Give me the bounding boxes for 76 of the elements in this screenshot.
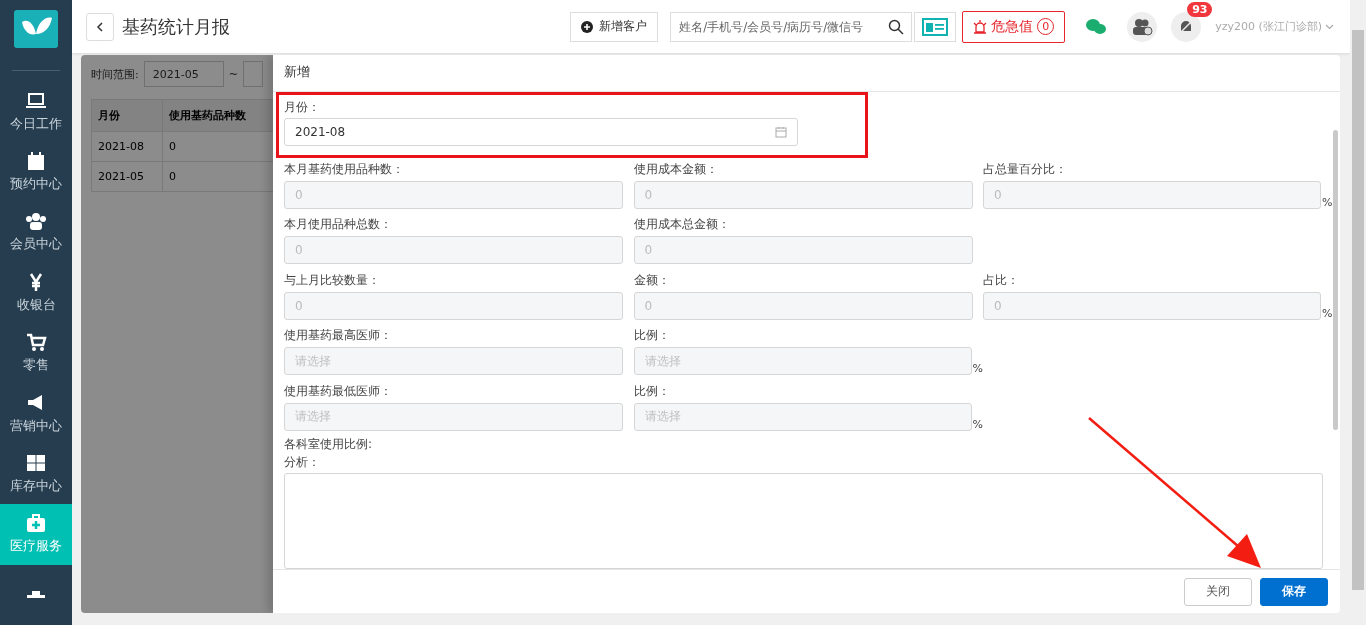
search-icon[interactable]: [888, 18, 905, 35]
logo-icon: [14, 10, 58, 49]
team-button[interactable]: [1127, 11, 1158, 42]
nav-item[interactable]: 会员中心: [0, 202, 72, 263]
field-label: 金额：: [633, 271, 671, 289]
column-header: 使用基药品种数: [162, 99, 273, 132]
input-field[interactable]: 0: [284, 236, 623, 265]
input-field[interactable]: 0: [284, 181, 623, 209]
date-field[interactable]: [242, 61, 263, 87]
nav-item[interactable]: 库存中心: [0, 443, 72, 505]
unit-label: %: [1322, 306, 1333, 320]
close-button[interactable]: 关闭: [1183, 577, 1252, 606]
people-icon: [25, 211, 47, 232]
field-label: 本月基药使用品种数：: [284, 161, 405, 178]
chevron-down-icon[interactable]: [1325, 23, 1334, 30]
field-label: 比例：: [633, 382, 671, 400]
table-cell: 2021-05: [91, 161, 163, 192]
column-header: 月份: [91, 99, 163, 132]
field-label: 各科室使用比例:: [284, 436, 374, 454]
filter-label: 时间范围:: [91, 66, 139, 82]
back-button[interactable]: [86, 12, 114, 41]
user-menu[interactable]: yzy200 (张江门诊部): [1215, 19, 1322, 34]
month-field[interactable]: 2021-08: [284, 118, 798, 146]
input-field[interactable]: 0: [284, 291, 623, 320]
calendar-icon: [775, 126, 787, 138]
field-label: 分析：: [284, 454, 321, 472]
nav-item[interactable]: 零售: [0, 322, 72, 384]
id-card-icon: [922, 17, 949, 36]
field-label: 占比：: [983, 271, 1020, 289]
table-cell: 2021-08: [91, 131, 163, 162]
input-field[interactable]: 0: [633, 181, 973, 209]
field-label: 使用成本总金额：: [633, 216, 731, 234]
critical-value-button[interactable]: 危急值 0: [962, 10, 1066, 43]
analysis-textarea[interactable]: [284, 473, 1323, 569]
unit-label: %: [972, 362, 983, 376]
scrollbar[interactable]: [1352, 30, 1364, 590]
save-button[interactable]: 保存: [1259, 577, 1328, 606]
alarm-light-icon: [973, 19, 988, 34]
nav-item[interactable]: 收银台: [0, 262, 72, 323]
chat-icon[interactable]: [1085, 17, 1108, 36]
calendar-icon: [25, 150, 47, 171]
plus-circle-icon: [581, 20, 594, 33]
id-card-button[interactable]: [914, 11, 957, 42]
field-label: 使用成本金额：: [633, 161, 719, 178]
scrollbar[interactable]: [1332, 130, 1338, 430]
people-icon: [1131, 17, 1154, 36]
input-field[interactable]: 0: [633, 291, 973, 320]
drawer-title: 新增: [273, 55, 1340, 92]
chevron-left-icon: [96, 21, 104, 32]
nav-item[interactable]: 医疗服务: [0, 504, 72, 565]
new-customer-button[interactable]: 新增客户: [570, 11, 659, 42]
field-label: 占总量百分比：: [983, 161, 1068, 178]
field-label: 使用基药最低医师：: [284, 382, 393, 400]
nav-item[interactable]: 预约中心: [0, 141, 72, 203]
field-label: 与上月比较数量：: [284, 271, 381, 289]
field-label: 本月使用品种总数：: [284, 216, 393, 234]
input-field[interactable]: 0: [983, 291, 1322, 320]
nav-item[interactable]: 营销中心: [0, 383, 72, 444]
search-field[interactable]: 姓名/手机号/会员号/病历号/微信号: [670, 11, 913, 42]
range-separator: ~: [228, 67, 238, 81]
cart-icon: [25, 332, 47, 353]
notification-button[interactable]: [1171, 11, 1202, 42]
field-label: 月份：: [284, 99, 321, 116]
nav-item[interactable]: 今日工作: [0, 81, 72, 142]
field-label: 比例：: [633, 327, 671, 345]
date-field[interactable]: 2021-05: [143, 61, 224, 87]
input-field[interactable]: 0: [633, 236, 973, 265]
unit-label: %: [1322, 196, 1333, 209]
grid-icon: [25, 452, 47, 473]
page-title: 基药统计月报: [122, 14, 230, 39]
medical-kit-icon: [25, 513, 47, 534]
laptop-icon: [25, 90, 47, 111]
field-label: 使用基药最高医师：: [284, 327, 393, 345]
input-field[interactable]: 0: [983, 181, 1322, 209]
notification-badge: 93: [1187, 1, 1213, 17]
unit-label: %: [972, 417, 983, 431]
